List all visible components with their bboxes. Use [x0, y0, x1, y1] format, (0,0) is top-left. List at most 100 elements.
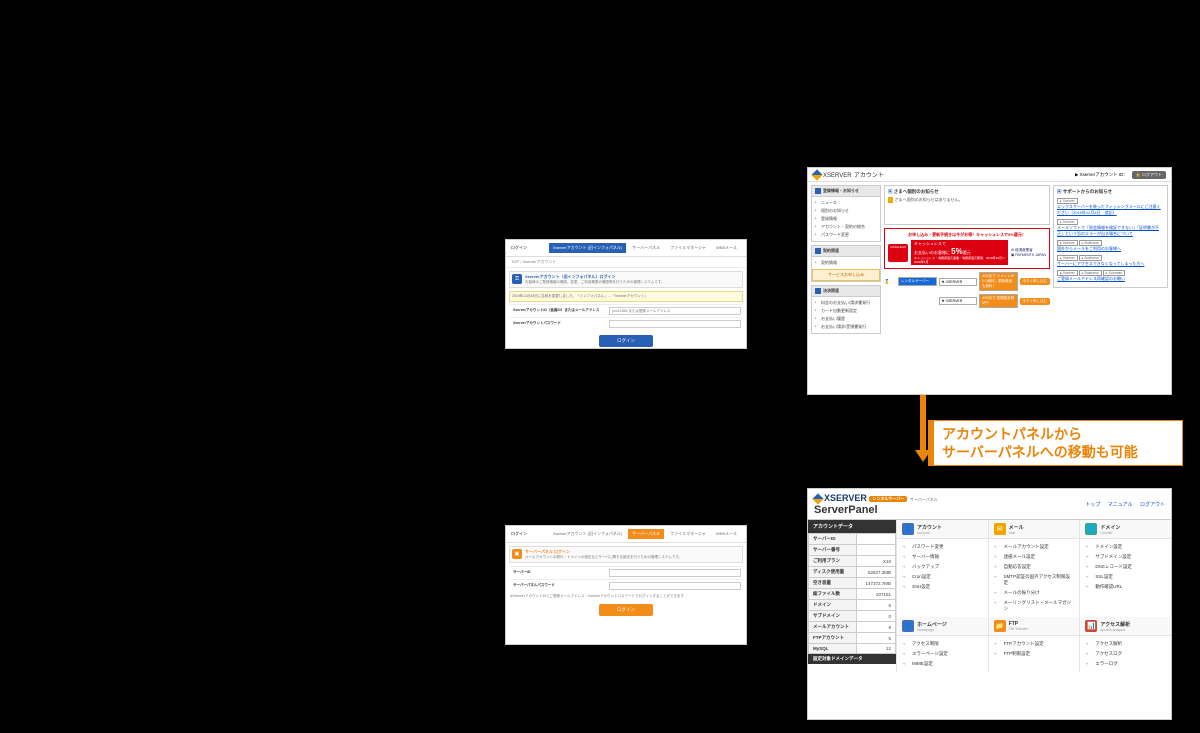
- user-id-label: ▶ Xserverアカウント ID：: [1075, 172, 1128, 178]
- ad-row-2: x ❖ XSERVER 4/30まで 初期設定費0円！ 今すぐ申し込む: [884, 294, 1050, 308]
- category-item[interactable]: アクセスログ: [1085, 649, 1166, 659]
- sidebar-item[interactable]: 個別のお知らせ: [815, 207, 877, 215]
- sidebar-item[interactable]: カード自動更新設定: [815, 307, 877, 315]
- category-homepage: 👤ホームページHomepageアクセス制限エラーページ設定MIME設定: [896, 617, 988, 672]
- category-mail: ✉メールMailメールアカウント設定迷惑メール設定自動応答設定SMTP認証の国外…: [988, 520, 1080, 617]
- category-item[interactable]: バックアップ: [902, 562, 983, 572]
- service-apply-button[interactable]: サービスお申し込み: [812, 269, 880, 281]
- ad-row-1: 🏅 レンタルサーバー ❖ XSERVER 4/30まで ドメインが1つ無料！更新…: [884, 272, 1050, 291]
- sidebar-contract: 契約関連 契約情報 サービスお申し込み: [811, 245, 881, 282]
- sidebar-item[interactable]: アカウント・契約の統合: [815, 223, 877, 231]
- tab-filemgr[interactable]: ファイルマネージャ: [666, 529, 710, 539]
- pw-input[interactable]: [609, 320, 741, 328]
- support-link[interactable]: 国外からメールをご利用のお客様へ: [1057, 246, 1164, 252]
- category-item[interactable]: SMTP認証の国外アクセス制限設定: [994, 572, 1075, 588]
- cashless-banner[interactable]: お申し込み・更新手続きは今がお得！キャッシュレスで5%還元！ CASHLESS …: [884, 228, 1050, 269]
- support-link[interactable]: エックスサーバーを装ったフィッシングメールにご注意ください（2019年12月4日…: [1057, 204, 1164, 216]
- sidebar-item[interactable]: 料金のお支払い/請求書発行: [815, 299, 877, 307]
- tab-account[interactable]: Xserverアカウント (旧インフォパネル): [549, 243, 626, 253]
- category-item[interactable]: FTP制限設定: [994, 649, 1075, 659]
- server-panel-dashboard: XSERVER レンタルサーバー サーバーパネルServerPanel トップ …: [807, 488, 1172, 720]
- ad-apply-button[interactable]: 今すぐ申し込む: [1020, 298, 1051, 305]
- sidebar-item[interactable]: パスワード変更: [815, 231, 877, 239]
- category-item[interactable]: MIME設定: [902, 659, 983, 669]
- support-link[interactable]: ご登録メールアドレス再確認のお願い: [1057, 276, 1164, 282]
- logout-button[interactable]: 🔒 ログアウト: [1132, 171, 1166, 179]
- id-label: XserverアカウントID（会員ID）またはメールアドレス: [509, 305, 607, 317]
- login-server-panel: ログイン Xserverアカウント (旧インフォパネル) サーバーパネル ファイ…: [505, 525, 747, 645]
- sidebar-payment: 決済関連 料金のお支払い/請求書発行カード自動更新設定お支払い履歴お支払い請求/…: [811, 285, 881, 334]
- category-access analysis: 📊アクセス解析Access analysisアクセス解析アクセスログエラーログ: [1079, 617, 1171, 672]
- tab-webmail[interactable]: WEBメール: [712, 529, 741, 539]
- category-item[interactable]: 自動応答設定: [994, 562, 1075, 572]
- sidebar-item[interactable]: お支払い履歴: [815, 315, 877, 323]
- sidebar-item[interactable]: 登録情報: [815, 215, 877, 223]
- login-account-panel: ログイン Xserverアカウント (旧インフォパネル) サーバーパネル ファイ…: [505, 239, 747, 349]
- domain-icon: 🌐: [1085, 523, 1097, 535]
- tab-filemgr[interactable]: ファイルマネージャ: [666, 243, 710, 253]
- category-file transfer: 📁FTPFile TransferFTPアカウント設定FTP制限設定: [988, 617, 1080, 672]
- support-link[interactable]: メールソフトで「照会情報を検証できない」「証明書が不正」という旨のエラーが出る場…: [1057, 225, 1164, 237]
- top-links: トップ マニュアル ログアウト: [1079, 501, 1165, 508]
- category-item[interactable]: 迷惑メール設定: [994, 552, 1075, 562]
- login-button[interactable]: ログイン: [599, 335, 653, 347]
- server-id-input[interactable]: [609, 569, 741, 577]
- ad-brand: ❖ XSERVER: [939, 278, 978, 286]
- sidebar-item[interactable]: 契約情報: [815, 259, 877, 267]
- category-item[interactable]: FTPアカウント設定: [994, 639, 1075, 649]
- table-row: サーバーID: [809, 534, 896, 545]
- server-pw-input[interactable]: [609, 582, 741, 590]
- sidebar-item[interactable]: ニュース: [815, 199, 877, 207]
- link-manual[interactable]: マニュアル: [1108, 502, 1133, 508]
- login-title: ログイン: [511, 245, 527, 251]
- login-tabs: Xserverアカウント (旧インフォパネル) サーバーパネル ファイルマネージ…: [549, 243, 741, 253]
- login-hint: ※XserverアカウントIDとご登録メールアドレス・Xserverアカウントパ…: [510, 594, 742, 599]
- category-item[interactable]: サーバー情報: [902, 552, 983, 562]
- domain-target-header: 設定対象ドメインデータ: [808, 654, 896, 664]
- key-icon: ⚿: [512, 274, 522, 284]
- sidebar-register-info: 登録情報・お知らせ ニュース個別のお知らせ登録情報アカウント・契約の統合パスワー…: [811, 185, 881, 242]
- rename-notice: 2019年11月28日に名称を変更しました。「インフォパネル」→「Xserver…: [509, 291, 743, 302]
- category-item[interactable]: Cron設定: [902, 572, 983, 582]
- table-row: FTPアカウント5: [809, 633, 896, 644]
- category-item[interactable]: SSH設定: [902, 582, 983, 592]
- category-item[interactable]: 動作確認URL: [1085, 582, 1166, 592]
- tab-server[interactable]: サーバーパネル: [628, 529, 664, 539]
- category-item[interactable]: ドメイン設定: [1085, 542, 1166, 552]
- category-item[interactable]: DNSレコード設定: [1085, 562, 1166, 572]
- category-item[interactable]: パスワード変更: [902, 542, 983, 552]
- table-row: ご利用プランX10: [809, 556, 896, 567]
- tab-server[interactable]: サーバーパネル: [628, 243, 664, 253]
- support-link[interactable]: サーバーにアクセスできなくなってしまった方へ: [1057, 261, 1164, 267]
- category-item[interactable]: サブドメイン設定: [1085, 552, 1166, 562]
- category-domain: 🌐ドメインDomainドメイン設定サブドメイン設定DNSレコード設定SSL設定動…: [1079, 520, 1171, 617]
- table-row: MySQL12: [809, 644, 896, 654]
- category-item[interactable]: アクセス制限: [902, 639, 983, 649]
- callout-note: アカウントパネルから サーバーパネルへの移動も可能: [928, 420, 1183, 466]
- homepage-icon: 👤: [902, 620, 914, 632]
- ad-apply-button[interactable]: 今すぐ申し込む: [1020, 278, 1051, 285]
- sidebar-item[interactable]: お支払い請求/受領書発行: [815, 323, 877, 331]
- category-item[interactable]: メールアカウント設定: [994, 542, 1075, 552]
- tab-account[interactable]: Xserverアカウント (旧インフォパネル): [549, 529, 626, 539]
- account-icon: 👤: [902, 523, 914, 535]
- server-icon: ▣: [512, 549, 522, 559]
- link-logout[interactable]: ログアウト: [1140, 502, 1165, 508]
- login-button[interactable]: ログイン: [599, 604, 653, 616]
- server-pw-label: サーバーパネルパスワード: [509, 580, 607, 592]
- section-desc: メールアカウントの発行・ドメインの設定などサーバに関する設定を行うための管理シス…: [525, 555, 682, 560]
- id-input[interactable]: [609, 307, 741, 315]
- link-top[interactable]: トップ: [1085, 502, 1100, 508]
- category-item[interactable]: アクセス解析: [1085, 639, 1166, 649]
- ad-promo: 4/30まで 初期設定費0円！: [979, 294, 1018, 308]
- category-item[interactable]: メールの振り分け: [994, 588, 1075, 598]
- category-item[interactable]: SSL設定: [1085, 572, 1166, 582]
- category-item[interactable]: メーリングリスト・メールマガジン: [994, 598, 1075, 614]
- tab-webmail[interactable]: WEBメール: [712, 243, 741, 253]
- category-item[interactable]: エラーページ設定: [902, 649, 983, 659]
- category-item[interactable]: エラーログ: [1085, 659, 1166, 669]
- breadcrumb: TOP › Xserverアカウント: [506, 257, 746, 268]
- section-desc: お客様のご登録情報の確認、変更、ご利用期限の確認等を行うための管理システムです。: [525, 280, 665, 285]
- arrow-icon: [918, 395, 928, 465]
- table-row: サブドメイン0: [809, 611, 896, 622]
